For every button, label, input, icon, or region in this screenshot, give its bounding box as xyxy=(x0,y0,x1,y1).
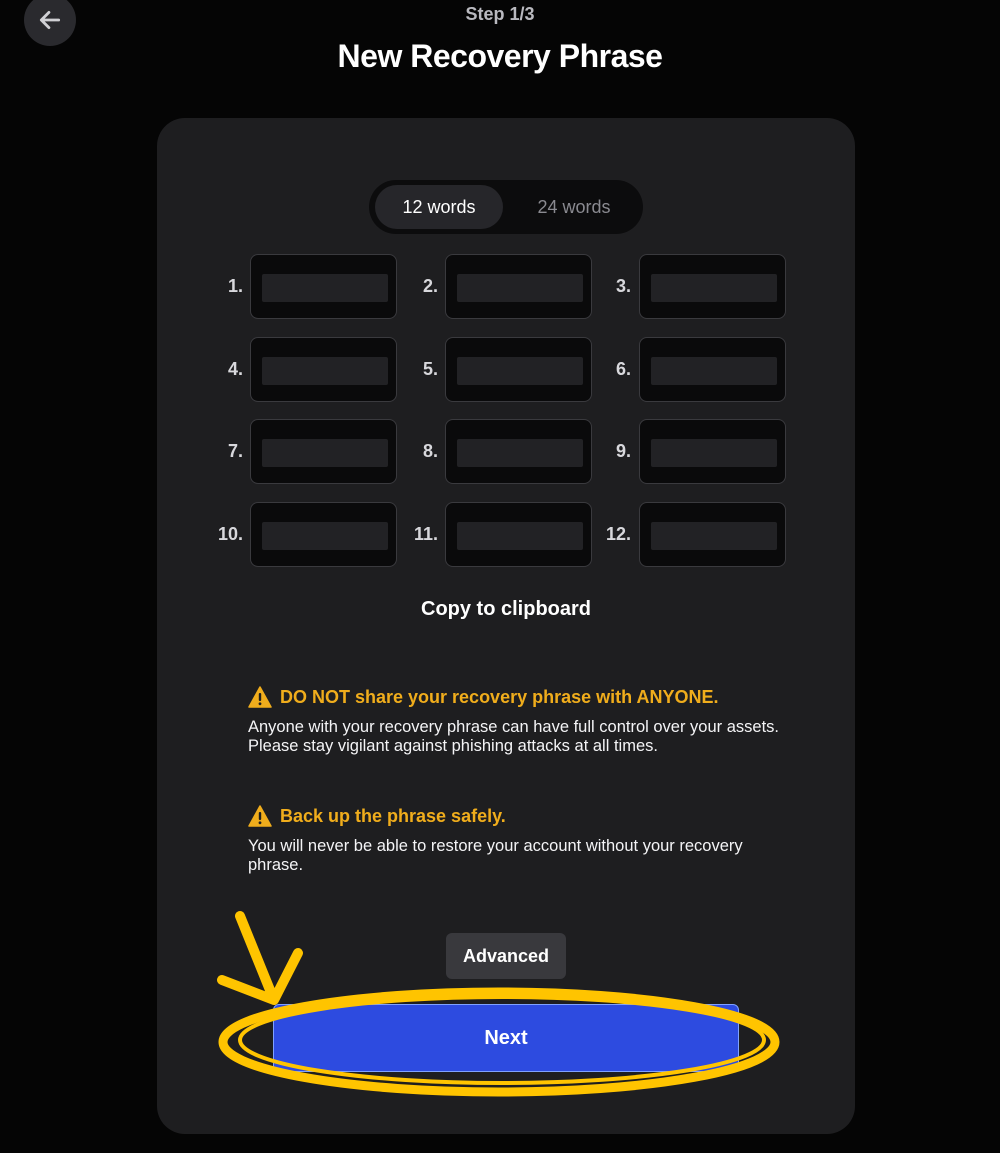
page-title: New Recovery Phrase xyxy=(337,38,663,74)
word-number: 5. xyxy=(422,359,438,379)
word-slot[interactable] xyxy=(639,419,786,484)
recovery-phrase-card: 12 words 24 words 1. 2. 3. 4. 5. 6. 7. 8. 9. 10. 1… xyxy=(157,118,855,1134)
warning-title: Back up the phrase safely. xyxy=(280,805,506,826)
next-button[interactable]: Next xyxy=(273,1004,739,1072)
word-slot[interactable] xyxy=(250,254,397,319)
warning-text: Anyone with your recovery phrase can hav… xyxy=(248,718,780,755)
word-slot[interactable] xyxy=(445,254,592,319)
hidden-word-mask xyxy=(457,522,583,550)
toggle-24-words[interactable]: 24 words xyxy=(509,185,639,229)
warning-backup: Back up the phrase safely. You will neve… xyxy=(248,805,788,875)
toggle-12-words[interactable]: 12 words xyxy=(375,185,503,229)
word-slot[interactable] xyxy=(445,337,592,402)
word-number: 10. xyxy=(217,524,243,544)
warning-title: DO NOT share your recovery phrase with A… xyxy=(280,686,719,707)
hidden-word-mask xyxy=(651,439,777,467)
hidden-word-mask xyxy=(457,274,583,302)
step-indicator: Step 1/3 xyxy=(465,4,535,24)
word-slot[interactable] xyxy=(250,502,397,567)
word-slot[interactable] xyxy=(250,337,397,402)
warning-triangle-icon xyxy=(248,805,272,827)
word-count-toggle: 12 words 24 words xyxy=(369,180,643,234)
warning-text: You will never be able to restore your a… xyxy=(248,837,743,874)
word-number: 11. xyxy=(413,524,438,544)
hidden-word-mask xyxy=(457,357,583,385)
hidden-word-mask xyxy=(262,357,388,385)
hidden-word-mask xyxy=(262,274,388,302)
word-number: 8. xyxy=(422,441,438,461)
hidden-word-mask xyxy=(262,522,388,550)
recovery-phrase-page: Step 1/3 New Recovery Phrase 12 words 24… xyxy=(0,0,1000,1153)
word-number: 9. xyxy=(615,441,631,461)
hidden-word-mask xyxy=(457,439,583,467)
word-slot[interactable] xyxy=(445,502,592,567)
word-slot[interactable] xyxy=(639,337,786,402)
hidden-word-mask xyxy=(262,439,388,467)
word-number: 6. xyxy=(615,359,631,379)
word-number: 7. xyxy=(227,441,243,461)
word-number: 4. xyxy=(227,359,243,379)
word-slot[interactable] xyxy=(445,419,592,484)
word-number: 2. xyxy=(422,276,438,296)
advanced-button[interactable]: Advanced xyxy=(446,933,566,979)
warning-share: DO NOT share your recovery phrase with A… xyxy=(248,686,788,756)
word-number: 12. xyxy=(605,524,631,544)
word-slot[interactable] xyxy=(639,254,786,319)
word-slot[interactable] xyxy=(639,502,786,567)
word-slot[interactable] xyxy=(250,419,397,484)
word-number: 3. xyxy=(615,276,631,296)
hidden-word-mask xyxy=(651,274,777,302)
hidden-word-mask xyxy=(651,522,777,550)
copy-to-clipboard-button[interactable]: Copy to clipboard xyxy=(157,598,855,621)
word-number: 1. xyxy=(227,276,243,296)
warning-triangle-icon xyxy=(248,686,272,708)
hidden-word-mask xyxy=(651,357,777,385)
